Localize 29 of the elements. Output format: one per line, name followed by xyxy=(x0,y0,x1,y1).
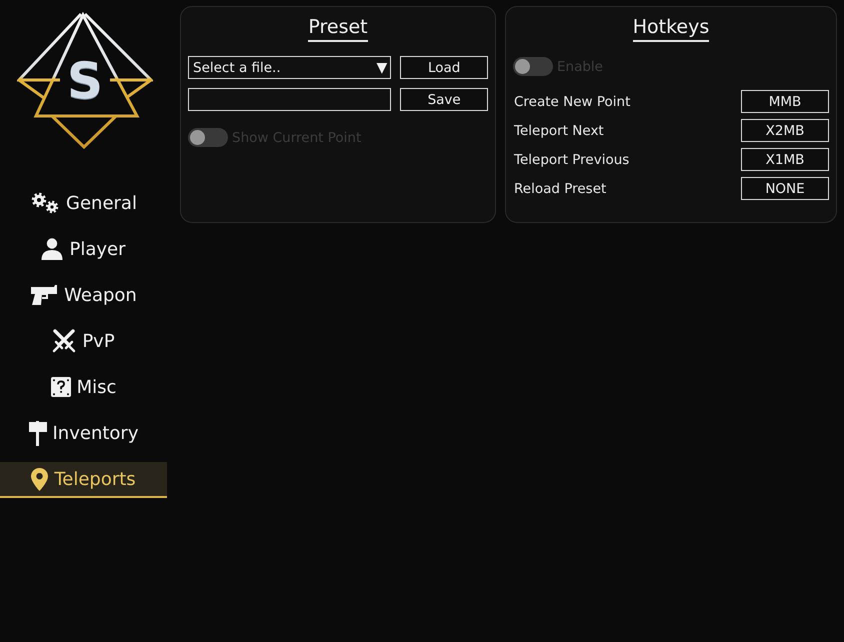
hotkey-button[interactable]: X2MB xyxy=(741,119,829,142)
sidebar-item[interactable]: Weapon xyxy=(0,278,167,314)
map-pin-icon xyxy=(31,468,48,490)
sidebar-item[interactable]: General xyxy=(0,186,167,222)
save-button[interactable]: Save xyxy=(400,88,488,111)
sidebar-item[interactable]: Teleports xyxy=(0,462,167,498)
panel-title: Preset xyxy=(308,15,368,42)
hotkey-button[interactable]: X1MB xyxy=(741,148,829,171)
hotkey-button[interactable]: MMB xyxy=(741,90,829,113)
hotkey-button[interactable]: NONE xyxy=(741,177,829,200)
preset-name-field[interactable] xyxy=(188,88,392,111)
question-box-icon xyxy=(50,377,71,397)
file-dropdown[interactable]: Select a file.. ▼ xyxy=(188,56,392,79)
sidebar-item[interactable]: PvP xyxy=(0,324,167,360)
sidebar-item[interactable]: Inventory xyxy=(0,416,167,452)
hotkey-label: Reload Preset xyxy=(514,180,606,196)
person-icon xyxy=(41,238,64,260)
panel-title: Hotkeys xyxy=(632,15,710,42)
sidebar-item[interactable]: Misc xyxy=(0,370,167,406)
gears-icon xyxy=(30,192,60,214)
hotkey-label: Teleport Next xyxy=(514,122,604,138)
pistol-icon xyxy=(30,284,58,306)
sidebar-item[interactable]: Player xyxy=(0,232,167,268)
hotkey-label: Teleport Previous xyxy=(514,152,630,168)
crossed-swords-icon xyxy=(52,329,76,353)
hotkey-label: Create New Point xyxy=(514,94,630,110)
load-button[interactable]: Load xyxy=(400,56,488,79)
logo: S xyxy=(17,12,153,150)
signpost-icon xyxy=(28,420,46,446)
